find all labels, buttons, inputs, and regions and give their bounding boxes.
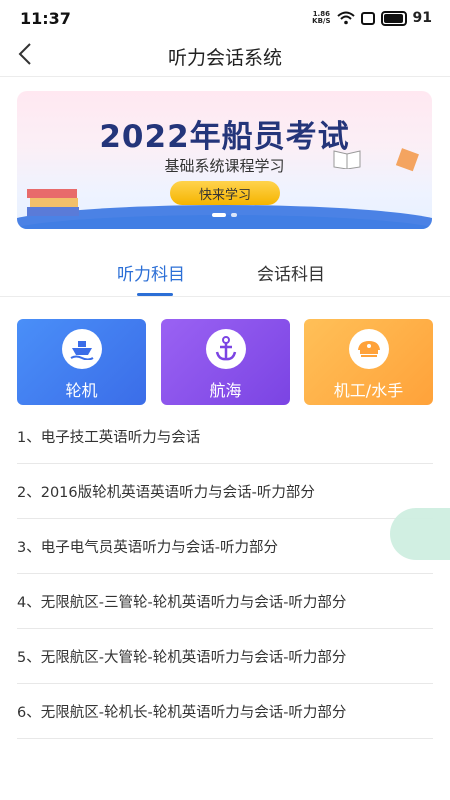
- active-tab-indicator: [137, 293, 173, 296]
- status-icons: 1.86 KB/S 91: [312, 10, 432, 26]
- book-open-icon: [333, 150, 361, 169]
- category-label: 航海: [209, 381, 242, 400]
- category-navigation[interactable]: 航海: [161, 319, 290, 405]
- back-button[interactable]: [12, 38, 38, 70]
- network-speed: 1.86 KB/S: [312, 11, 330, 25]
- anchor-icon: [205, 329, 246, 369]
- promo-banner[interactable]: 2022年船员考试 基础系统课程学习 快来学习: [17, 91, 432, 229]
- list-item[interactable]: 4、无限航区-三管轮-轮机英语听力与会话-听力部分: [17, 574, 433, 629]
- battery-level: 91: [412, 10, 432, 26]
- category-label: 轮机: [65, 381, 98, 400]
- chevron-left-icon: [18, 43, 31, 65]
- list-item[interactable]: 5、无限航区-大管轮-轮机英语听力与会话-听力部分: [17, 629, 433, 684]
- banner-learn-button[interactable]: 快来学习: [170, 181, 280, 205]
- course-list: 1、电子技工英语听力与会话 2、2016版轮机英语英语听力与会话-听力部分 3、…: [17, 409, 433, 739]
- banner-subtitle: 基础系统课程学习: [164, 157, 285, 175]
- pager-dot: [212, 213, 226, 217]
- page-title: 听力会话系统: [167, 46, 282, 69]
- category-grid: 轮机 航海 机工/水手: [17, 319, 433, 405]
- status-time: 11:37: [20, 8, 71, 28]
- list-item[interactable]: 3、电子电气员英语听力与会话-听力部分: [17, 519, 433, 574]
- captain-hat-icon: [348, 329, 389, 369]
- battery-icon: [380, 10, 407, 26]
- category-engine-deck-rating[interactable]: 机工/水手: [304, 319, 433, 405]
- network-speed-unit: KB/S: [312, 17, 331, 25]
- list-item[interactable]: 2、2016版轮机英语英语听力与会话-听力部分: [17, 464, 433, 519]
- tab-conversation[interactable]: 会话科目: [257, 260, 325, 285]
- ruler-icon: [395, 148, 419, 172]
- category-label: 机工/水手: [333, 381, 404, 400]
- banner-pager: [17, 213, 432, 217]
- floating-assist-ball[interactable]: [390, 508, 450, 560]
- tab-listening[interactable]: 听力科目: [117, 260, 185, 285]
- app-header: 听力会话系统: [0, 36, 450, 77]
- category-marine-engineering[interactable]: 轮机: [17, 319, 146, 405]
- status-bar: 11:37 1.86 KB/S 91: [0, 0, 450, 36]
- list-item[interactable]: 1、电子技工英语听力与会话: [17, 409, 433, 464]
- pager-dot: [231, 213, 237, 217]
- wifi-icon: [336, 11, 355, 25]
- list-item[interactable]: 6、无限航区-轮机长-轮机英语听力与会话-听力部分: [17, 684, 433, 739]
- ship-icon: [61, 329, 102, 369]
- subject-tabs: 听力科目 会话科目: [0, 252, 450, 297]
- sim-icon: [360, 11, 375, 25]
- banner-title: 2022年船员考试: [99, 119, 350, 155]
